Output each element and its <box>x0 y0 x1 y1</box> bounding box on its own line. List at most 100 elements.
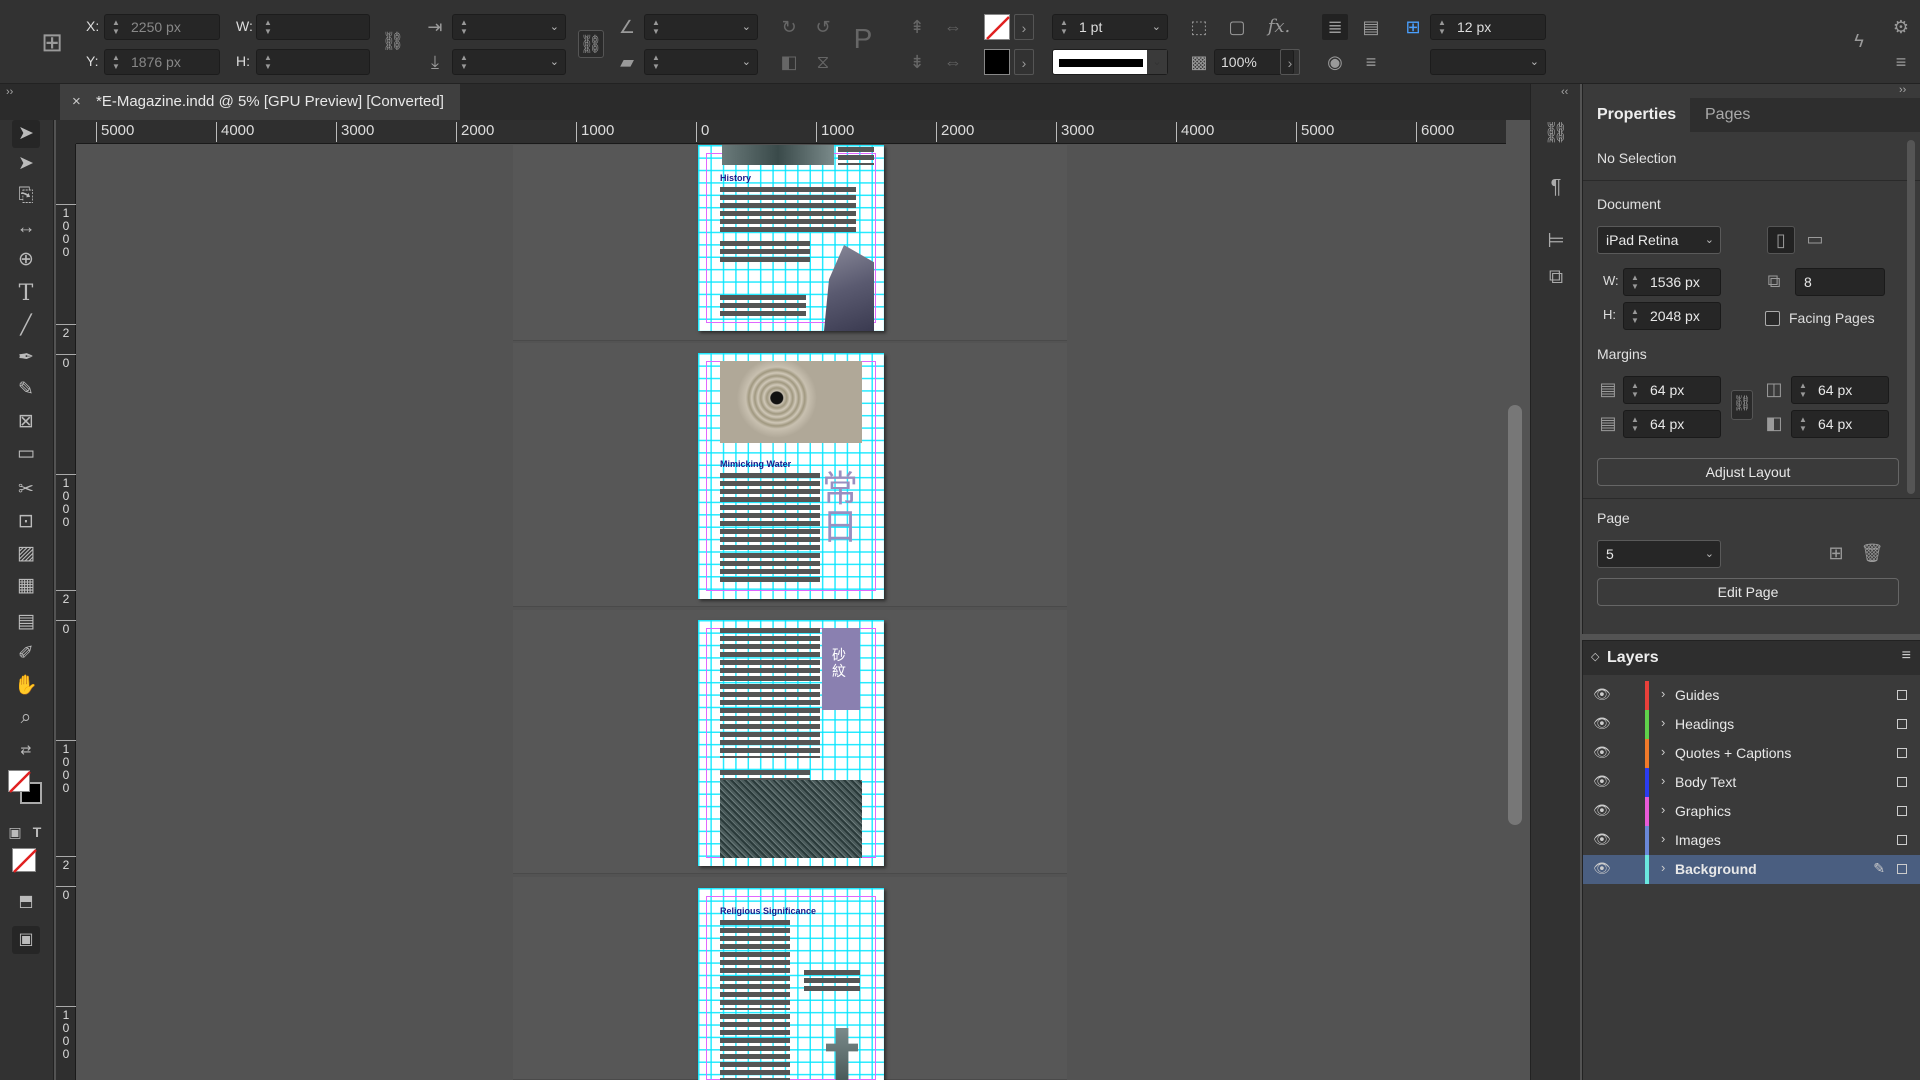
chevron-down-icon[interactable]: ⌄ <box>742 50 751 74</box>
zoom-tool-icon[interactable]: ⌕ <box>12 704 40 732</box>
page-thumbnail[interactable]: History <box>698 145 884 331</box>
links-icon[interactable]: ⛓ <box>1543 120 1569 146</box>
line-tool-icon[interactable]: ╱ <box>12 312 40 340</box>
rotate-cw-icon[interactable]: ↻ <box>776 14 802 40</box>
rotation-stepper-icon[interactable]: ▲ ▼ <box>650 18 662 36</box>
reference-point-icon[interactable]: ⊞ <box>34 24 70 60</box>
page-tool-icon[interactable]: ⎘ <box>12 182 40 210</box>
gap-stepper-icon[interactable]: ▲ ▼ <box>1436 18 1448 36</box>
chevron-right-icon[interactable]: › <box>1661 744 1665 759</box>
page-thumbnail[interactable]: Mimicking Water 常 日 <box>698 353 884 599</box>
facing-pages-checkbox[interactable] <box>1765 311 1780 326</box>
close-icon[interactable]: × <box>72 84 81 120</box>
chevron-right-icon[interactable]: › <box>1661 686 1665 701</box>
chevron-right-icon[interactable]: › <box>1661 831 1665 846</box>
select-content-icon[interactable]: ⇟ <box>904 49 930 75</box>
layer-target-icon[interactable] <box>1897 748 1907 758</box>
fill-none-swatch[interactable] <box>984 14 1010 40</box>
rotation-field[interactable]: ▲ ▼ ⌄ <box>644 14 758 40</box>
rotate-angle-icon[interactable]: ∠ <box>614 14 640 40</box>
margin-outside-stepper-icon[interactable]: ▲ ▼ <box>1797 415 1809 433</box>
scissors-tool-icon[interactable]: ✂ <box>12 476 40 504</box>
margin-inside-stepper-icon[interactable]: ▲ ▼ <box>1797 381 1809 399</box>
chevron-down-icon[interactable]: ⌄ <box>1705 541 1714 567</box>
width-stepper-icon[interactable]: ▲ ▼ <box>1629 273 1641 291</box>
lightning-icon[interactable]: ϟ <box>1846 28 1872 54</box>
layer-row[interactable]: 👁 › Headings <box>1583 710 1920 739</box>
apply-none-icon[interactable] <box>12 848 37 873</box>
page-thumbnail[interactable]: Religious Significance <box>698 888 884 1080</box>
layer-target-icon[interactable] <box>1897 777 1907 787</box>
formatting-container-icon[interactable]: ▣ <box>6 818 24 846</box>
h-stepper-icon[interactable]: ▲ ▼ <box>262 53 274 71</box>
edit-page-button[interactable]: Edit Page <box>1597 578 1899 606</box>
gap-tool-icon[interactable]: ⊞ <box>1400 14 1426 40</box>
constrain-proportions-icon[interactable]: ⛓ <box>380 28 406 54</box>
layer-target-icon[interactable] <box>1897 806 1907 816</box>
y-stepper-icon[interactable]: ▲ ▼ <box>110 53 122 71</box>
gradient-feather-tool-icon[interactable]: ▦ <box>12 572 40 600</box>
gap-field[interactable]: ▲ ▼ 12 px <box>1430 14 1546 40</box>
portrait-orientation-icon[interactable]: ▯ <box>1767 226 1795 254</box>
layer-target-icon[interactable] <box>1897 719 1907 729</box>
chevron-right-icon[interactable]: › <box>1014 14 1034 40</box>
panel-scrollbar[interactable] <box>1907 140 1915 494</box>
fill-stroke-widget[interactable] <box>8 770 44 806</box>
direct-selection-tool-icon[interactable]: ➤ <box>12 150 40 178</box>
select-previous-icon[interactable]: ⇔ <box>940 14 966 40</box>
hand-tool-icon[interactable]: ✋ <box>12 672 40 700</box>
chevron-right-icon[interactable]: › <box>1661 715 1665 730</box>
vertical-scrollbar[interactable] <box>1508 405 1522 825</box>
swap-fill-stroke-icon[interactable]: ⇄ <box>12 736 40 764</box>
shear-icon[interactable]: ▰ <box>614 49 640 75</box>
w-field[interactable]: ▲ ▼ <box>256 14 370 40</box>
selection-tool-icon[interactable]: ➤ <box>12 120 40 148</box>
select-container-icon[interactable]: ⇞ <box>904 14 930 40</box>
text-wrap-icon[interactable]: ▤ <box>1358 14 1384 40</box>
tab-properties[interactable]: Properties <box>1583 98 1691 132</box>
rectangle-frame-tool-icon[interactable]: ⊠ <box>12 408 40 436</box>
free-transform-tool-icon[interactable]: ⊡ <box>12 508 40 536</box>
collapse-icon[interactable]: ›› <box>6 86 13 98</box>
margin-bottom-field[interactable]: ▲ ▼ 64 px <box>1623 410 1721 438</box>
type-tool-icon[interactable]: T <box>12 280 40 308</box>
align-icon[interactable]: ⊨ <box>1543 228 1569 254</box>
scale-y-icon[interactable]: ⤓ <box>422 49 448 75</box>
formatting-text-icon[interactable]: T <box>28 818 46 846</box>
scale-x-icon[interactable]: ⇥ <box>422 14 448 40</box>
layer-row[interactable]: 👁 › Guides <box>1583 681 1920 710</box>
rectangle-tool-icon[interactable]: ▭ <box>12 440 40 468</box>
align-center-icon[interactable]: ≣ <box>1322 14 1348 40</box>
y-field[interactable]: ▲ ▼ 1876 px <box>104 49 220 75</box>
pathfinder-icon[interactable]: ⧉ <box>1543 266 1569 292</box>
shear-field[interactable]: ▲ ▼ ⌄ <box>644 49 758 75</box>
wrap-bounding-icon[interactable]: ≡ <box>1358 49 1384 75</box>
adjust-layout-button[interactable]: Adjust Layout <box>1597 458 1899 486</box>
view-mode-icon[interactable]: ▣ <box>12 926 40 954</box>
document-tab[interactable]: × *E-Magazine.indd @ 5% [GPU Preview] [C… <box>60 84 460 120</box>
scale-y-field[interactable]: ▲ ▼ ⌄ <box>452 49 566 75</box>
eye-icon[interactable]: 👁 <box>1593 773 1611 790</box>
chevron-down-icon[interactable]: ⌄ <box>1530 50 1539 74</box>
eye-icon[interactable]: 👁 <box>1593 686 1611 703</box>
x-field[interactable]: ▲ ▼ 2250 px <box>104 14 220 40</box>
margin-top-field[interactable]: ▲ ▼ 64 px <box>1623 376 1721 404</box>
gap-tool-icon[interactable]: ↔ <box>12 214 40 242</box>
fx-icon[interactable]: fx. <box>1264 14 1294 40</box>
flip-vertical-icon[interactable]: ⧖ <box>810 49 836 75</box>
scale-x-field[interactable]: ▲ ▼ ⌄ <box>452 14 566 40</box>
landscape-orientation-icon[interactable]: ▭ <box>1801 226 1829 254</box>
height-stepper-icon[interactable]: ▲ ▼ <box>1629 307 1641 325</box>
document-height-field[interactable]: ▲ ▼ 2048 px <box>1623 302 1721 330</box>
gradient-swatch-tool-icon[interactable]: ▨ <box>12 540 40 568</box>
layer-row-selected[interactable]: 👁 › Background ✎ <box>1583 855 1920 884</box>
chevron-right-icon[interactable]: › <box>1661 802 1665 817</box>
stroke-weight-field[interactable]: ▲ ▼ 1 pt ⌄ <box>1052 14 1168 40</box>
frame-fitting-icon[interactable]: ⬚ <box>1186 14 1212 40</box>
layer-row[interactable]: 👁 › Images <box>1583 826 1920 855</box>
note-tool-icon[interactable]: ▤ <box>12 608 40 636</box>
chevron-right-icon[interactable]: › <box>1014 49 1034 75</box>
pages-count-field[interactable]: 8 <box>1795 268 1885 296</box>
eye-icon[interactable]: 👁 <box>1593 744 1611 761</box>
style-select[interactable]: ⌄ <box>1430 49 1546 75</box>
